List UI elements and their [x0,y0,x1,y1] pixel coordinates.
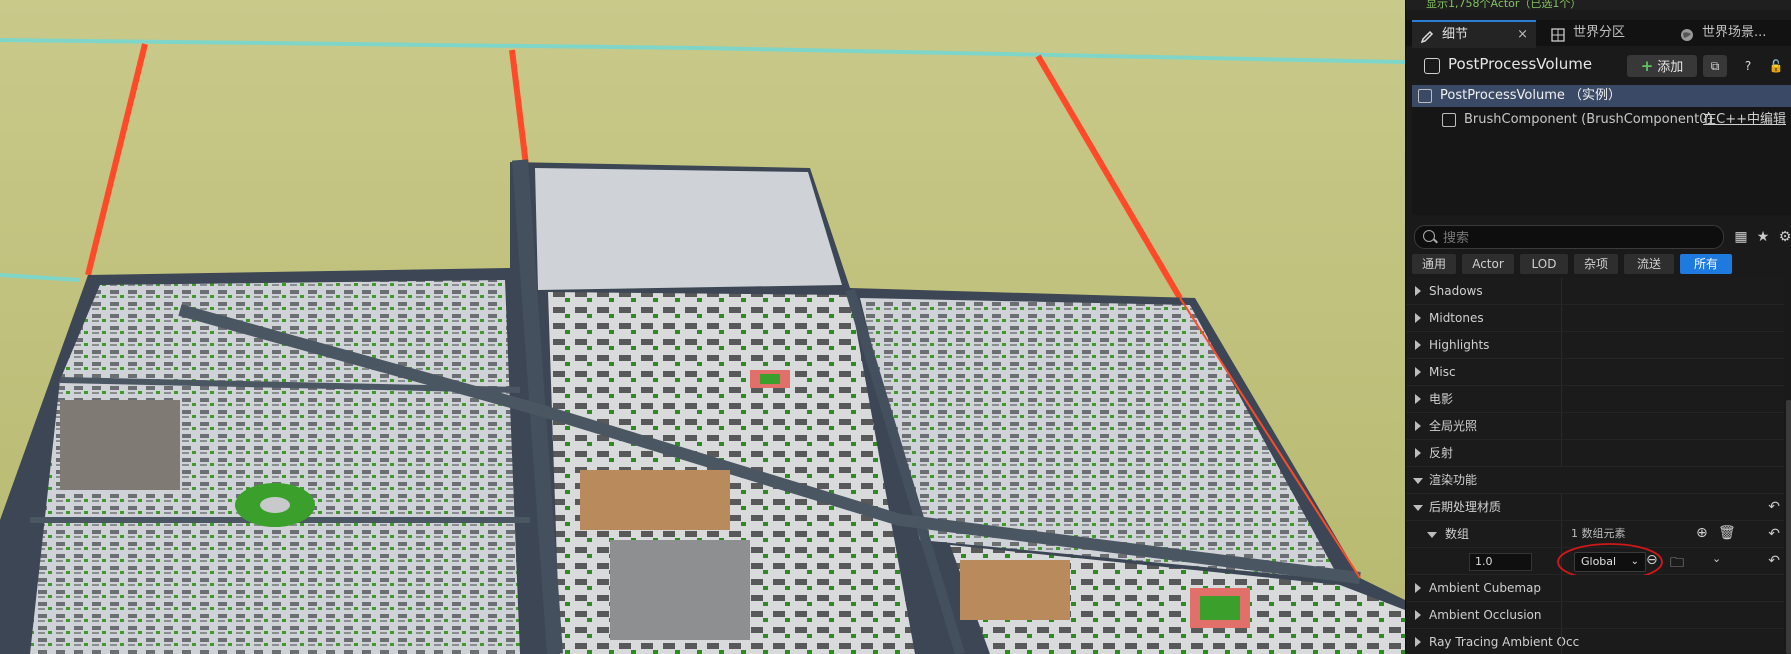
actor-instance-icon [1418,88,1432,103]
tab-world-partition-label: 世界分区 [1573,25,1626,40]
tab-world-settings-label: 世界场景... [1702,25,1767,40]
status-text: 显示1,758个Actor（已选1个） [1426,0,1582,10]
category-label: 全局光照 [1429,419,1478,433]
add-label: 添加 [1657,60,1684,75]
add-component-button[interactable]: + 添加 [1627,55,1697,77]
expand-arrow-icon [1415,610,1421,620]
tab-details-label: 细节 [1442,27,1469,42]
reset-icon[interactable]: ↶ [1768,499,1780,515]
reset-icon[interactable]: ↶ [1768,526,1780,542]
scrollbar[interactable] [1786,400,1791,654]
category-misc[interactable]: Misc [1406,359,1784,386]
cube-icon [1442,112,1456,127]
gear-icon[interactable]: ⚙ [1776,228,1791,246]
tab-world-partition[interactable]: 世界分区 [1543,20,1653,46]
expand-arrow-icon [1415,583,1421,593]
weight-input[interactable]: 1.0 [1469,553,1532,571]
help-icon: ? [1744,59,1752,73]
category-ambient-cubemap[interactable]: Ambient Cubemap [1406,575,1784,602]
tab-world-settings[interactable]: 世界场景... [1672,20,1791,46]
reset-icon[interactable]: ↶ [1768,553,1780,569]
level-viewport[interactable] [0,0,1405,654]
star-icon[interactable]: ★ [1754,228,1772,246]
category-reflections[interactable]: 反射 [1406,440,1784,467]
tree-child-label: BrushComponent (BrushComponent0) [1464,112,1713,127]
component-tree: PostProcessVolume （实例） BrushComponent (B… [1412,85,1791,215]
property-array-element[interactable]: 1.0 Global ⌄ ⊖ 🗀 ⌄ ↶ [1406,543,1784,581]
category-label: 反射 [1429,446,1454,460]
lock-button[interactable]: 🔓 [1764,55,1788,77]
expand-arrow-icon [1415,637,1421,647]
category-label: Midtones [1429,311,1484,325]
search-box[interactable] [1414,225,1724,249]
edit-in-cpp-link[interactable]: 在C++中编辑 [1703,109,1786,131]
filter-general[interactable]: 通用 [1412,254,1456,274]
grid-icon [1551,26,1565,42]
tree-item-root[interactable]: PostProcessVolume （实例） [1412,85,1791,107]
expand-arrow-icon [1415,448,1421,458]
blueprint-icon: ⧉ [1710,59,1720,73]
expand-arrow-icon [1415,367,1421,377]
tab-details[interactable]: 细节 × [1412,20,1536,48]
globe-icon [1680,26,1694,41]
collapse-arrow-icon [1427,532,1437,538]
filter-lod[interactable]: LOD [1520,254,1568,274]
help-button[interactable]: ? [1736,55,1760,77]
close-icon[interactable]: × [1517,22,1528,48]
trash-icon[interactable]: 🗑 [1718,525,1736,541]
array-label: 数组 [1445,527,1470,541]
filter-streaming[interactable]: 流送 [1624,254,1674,274]
category-midtones[interactable]: Midtones [1406,305,1784,332]
property-label: 后期处理材质 [1429,500,1502,514]
category-label: Ambient Cubemap [1429,581,1542,595]
category-label: Shadows [1429,284,1483,298]
category-ambient-occlusion[interactable]: Ambient Occlusion [1406,602,1784,629]
chevron-down-icon[interactable]: ⌄ [1712,552,1721,565]
details-panel: 显示1,758个Actor（已选1个） 细节 × 世界分区 世界场景... Po… [1405,0,1791,654]
category-highlights[interactable]: Highlights [1406,332,1784,359]
search-input[interactable] [1441,228,1715,248]
plus-icon: + [1640,57,1654,75]
details-header: PostProcessVolume + 添加 ⧉ ? 🔓 [1406,50,1791,80]
category-label: 电影 [1429,392,1454,406]
category-label: 渲染功能 [1429,473,1478,487]
pencil-icon [1420,28,1434,44]
lock-icon: 🔓 [1768,59,1784,73]
actor-name: PostProcessVolume [1448,55,1593,73]
expand-arrow-icon [1415,340,1421,350]
category-label: Ray Tracing Ambient Occ [1429,635,1580,649]
category-global-illumination[interactable]: 全局光照 [1406,413,1784,440]
property-post-process-materials[interactable]: 后期处理材质 ↶ [1406,494,1784,521]
category-label: Highlights [1429,338,1490,352]
panel-tabs: 细节 × 世界分区 世界场景... [1406,20,1791,48]
tree-item-brush-component[interactable]: BrushComponent (BrushComponent0) 在C++中编辑 [1436,109,1791,131]
table-view-icon[interactable]: ▦ [1732,228,1750,246]
add-element-icon[interactable]: ⊕ [1696,525,1708,541]
expand-arrow-icon [1415,421,1421,431]
search-icon [1423,230,1435,242]
expand-arrow-icon [1415,313,1421,323]
category-ray-tracing-ao[interactable]: Ray Tracing Ambient Occ [1406,629,1784,654]
category-shadows[interactable]: Shadows [1406,278,1784,305]
expand-arrow-icon [1415,286,1421,296]
actor-icon [1424,58,1440,74]
category-rendering-features[interactable]: 渲染功能 [1406,467,1784,494]
category-film[interactable]: 电影 [1406,386,1784,413]
actor-count-status: 显示1,758个Actor（已选1个） [1406,0,1791,10]
filter-actor[interactable]: Actor [1462,254,1514,274]
filter-misc[interactable]: 杂项 [1574,254,1618,274]
filter-all[interactable]: 所有 [1680,254,1732,274]
tree-root-label: PostProcessVolume （实例） [1440,88,1621,103]
expand-arrow-icon [1415,394,1421,404]
category-label: Misc [1429,365,1456,379]
category-label: Ambient Occlusion [1429,608,1542,622]
blueprint-button[interactable]: ⧉ [1703,55,1727,77]
collapse-arrow-icon [1413,505,1423,511]
collapse-arrow-icon [1413,478,1423,484]
city-model-render [0,0,1405,654]
